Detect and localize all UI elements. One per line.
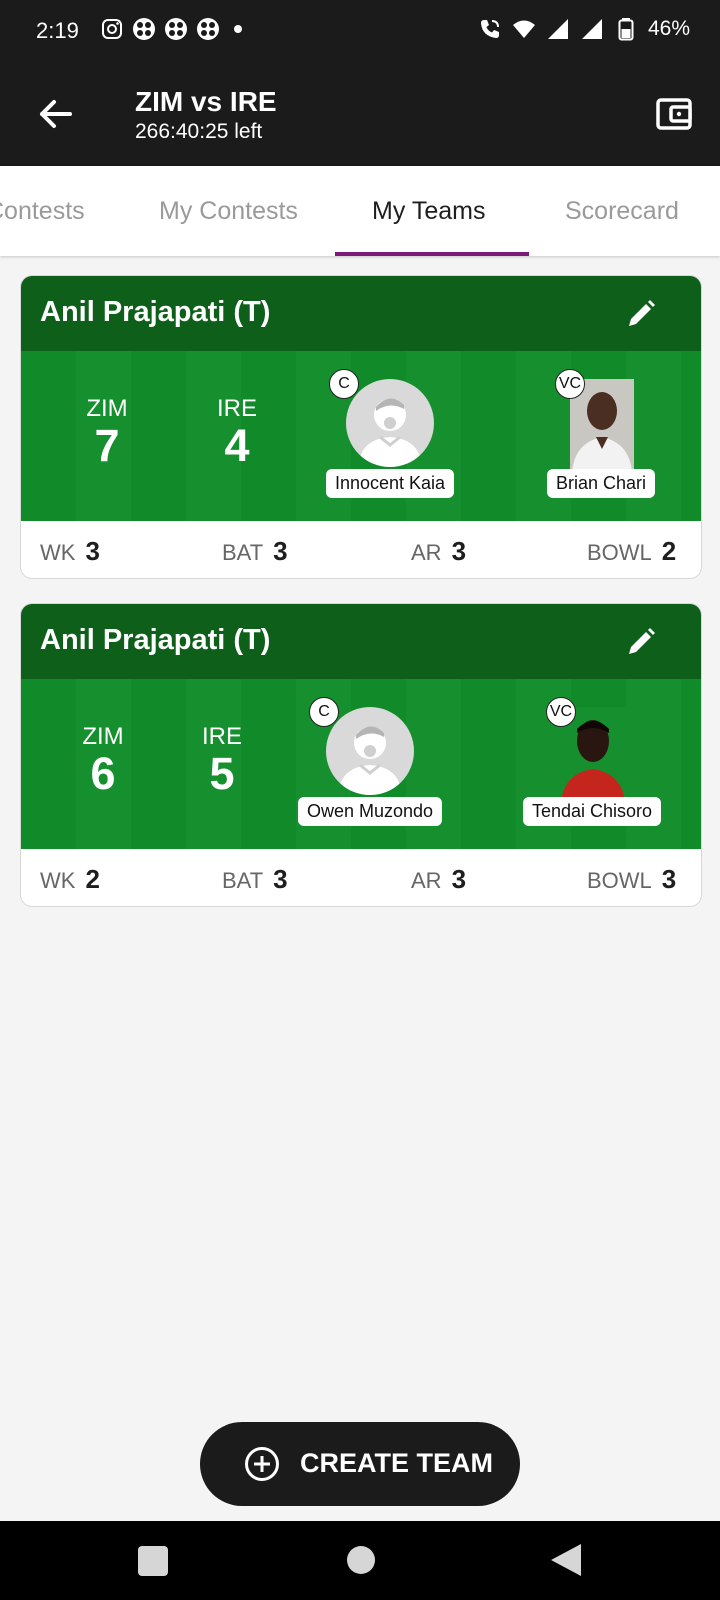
status-time: 2:19 — [36, 18, 79, 43]
tab-my-contests[interactable]: My Contests — [159, 197, 298, 226]
active-tab-indicator — [335, 252, 529, 256]
team2-players: 4 — [224, 420, 250, 471]
stat-ar: AR 3 — [411, 864, 467, 894]
home-icon[interactable] — [346, 1545, 376, 1575]
stat-bat: BAT 3 — [222, 536, 288, 566]
tab-scorecard[interactable]: Scorecard — [565, 197, 679, 226]
team1-code: ZIM — [82, 723, 124, 750]
wifi-calling-icon — [480, 20, 499, 38]
battery-icon — [618, 18, 634, 41]
player-placeholder-avatar — [346, 379, 434, 467]
team-field: ZIM 7 IRE 4 C Innocent Kaia VC Brian Cha… — [21, 351, 701, 521]
stat-bowl: BOWL 2 — [587, 536, 677, 566]
captain-name: Innocent Kaia — [325, 469, 455, 498]
team-name: Anil Prajapati (T) — [40, 296, 271, 328]
captain-badge: C — [329, 369, 359, 399]
app-notification-icon — [197, 18, 219, 40]
team1-count: ZIM 7 — [62, 395, 152, 469]
more-notifications-dot — [234, 25, 242, 33]
team1-code: ZIM — [86, 395, 128, 422]
stat-ar: AR 3 — [411, 536, 467, 566]
wallet-icon[interactable] — [654, 94, 694, 134]
vice-captain-player: VC Tendai Chisoro — [517, 697, 667, 826]
edit-pencil-icon[interactable] — [625, 626, 657, 658]
create-team-label: CREATE TEAM — [300, 1448, 493, 1478]
vice-captain-name: Tendai Chisoro — [522, 797, 662, 826]
instagram-icon — [102, 19, 122, 39]
team2-code: IRE — [216, 395, 257, 422]
vice-captain-player: VC Brian Chari — [526, 369, 676, 498]
captain-badge: C — [309, 697, 339, 727]
team-card[interactable]: Anil Prajapati (T) ZIM 6 IRE 5 C Owen Mu… — [20, 603, 702, 907]
stat-wk: WK 2 — [40, 864, 100, 894]
back-triangle-icon[interactable] — [550, 1543, 582, 1577]
team1-count: ZIM 6 — [58, 723, 148, 797]
edit-pencil-icon[interactable] — [625, 298, 657, 330]
team-role-stats: WK 3 BAT 3 AR 3 BOWL 2 — [21, 521, 701, 578]
team-card-header: Anil Prajapati (T) — [21, 276, 701, 351]
team2-count: IRE 4 — [192, 395, 282, 469]
status-bar: 2:19 46% — [0, 0, 720, 62]
vice-captain-badge: VC — [546, 697, 576, 727]
app-notification-icon — [165, 18, 187, 40]
team-card[interactable]: Anil Prajapati (T) ZIM 7 IRE 4 C Innocen… — [20, 275, 702, 579]
player-placeholder-avatar — [326, 707, 414, 795]
team2-count: IRE 5 — [177, 723, 267, 797]
wifi-icon — [512, 20, 535, 38]
team-role-stats: WK 2 BAT 3 AR 3 BOWL 3 — [21, 849, 701, 906]
captain-player: C Innocent Kaia — [315, 369, 465, 498]
stat-bat: BAT 3 — [222, 864, 288, 894]
tab-bar: Contests My Contests My Teams Scorecard — [0, 166, 720, 256]
create-team-button[interactable]: CREATE TEAM — [200, 1422, 520, 1506]
team-field: ZIM 6 IRE 5 C Owen Muzondo VC Tendai Chi… — [21, 679, 701, 849]
vice-captain-badge: VC — [555, 369, 585, 399]
back-arrow-icon[interactable] — [36, 94, 76, 134]
tab-my-teams[interactable]: My Teams — [372, 197, 485, 226]
team1-players: 6 — [90, 748, 116, 799]
captain-name: Owen Muzondo — [297, 797, 443, 826]
time-left: 266:40:25 left — [135, 120, 263, 143]
recent-apps-icon[interactable] — [137, 1545, 169, 1577]
system-nav-bar — [0, 1521, 720, 1600]
tab-contests[interactable]: Contests — [0, 197, 85, 226]
app-notification-icon — [133, 18, 155, 40]
team-name: Anil Prajapati (T) — [40, 624, 271, 656]
stat-wk: WK 3 — [40, 536, 100, 566]
team2-code: IRE — [201, 723, 242, 750]
cellular-signal-icon — [581, 19, 602, 39]
stat-bowl: BOWL 3 — [587, 864, 677, 894]
team-card-header: Anil Prajapati (T) — [21, 604, 701, 679]
app-bar: ZIM vs IRE 266:40:25 left — [0, 62, 720, 166]
team2-players: 5 — [209, 748, 235, 799]
add-circle-icon — [245, 1447, 279, 1481]
team1-players: 7 — [94, 420, 120, 471]
battery-percentage: 46% — [647, 17, 690, 40]
captain-player: C Owen Muzondo — [295, 697, 445, 826]
cellular-signal-icon — [547, 19, 568, 39]
match-title: ZIM vs IRE — [135, 86, 277, 117]
vice-captain-name: Brian Chari — [546, 469, 656, 498]
